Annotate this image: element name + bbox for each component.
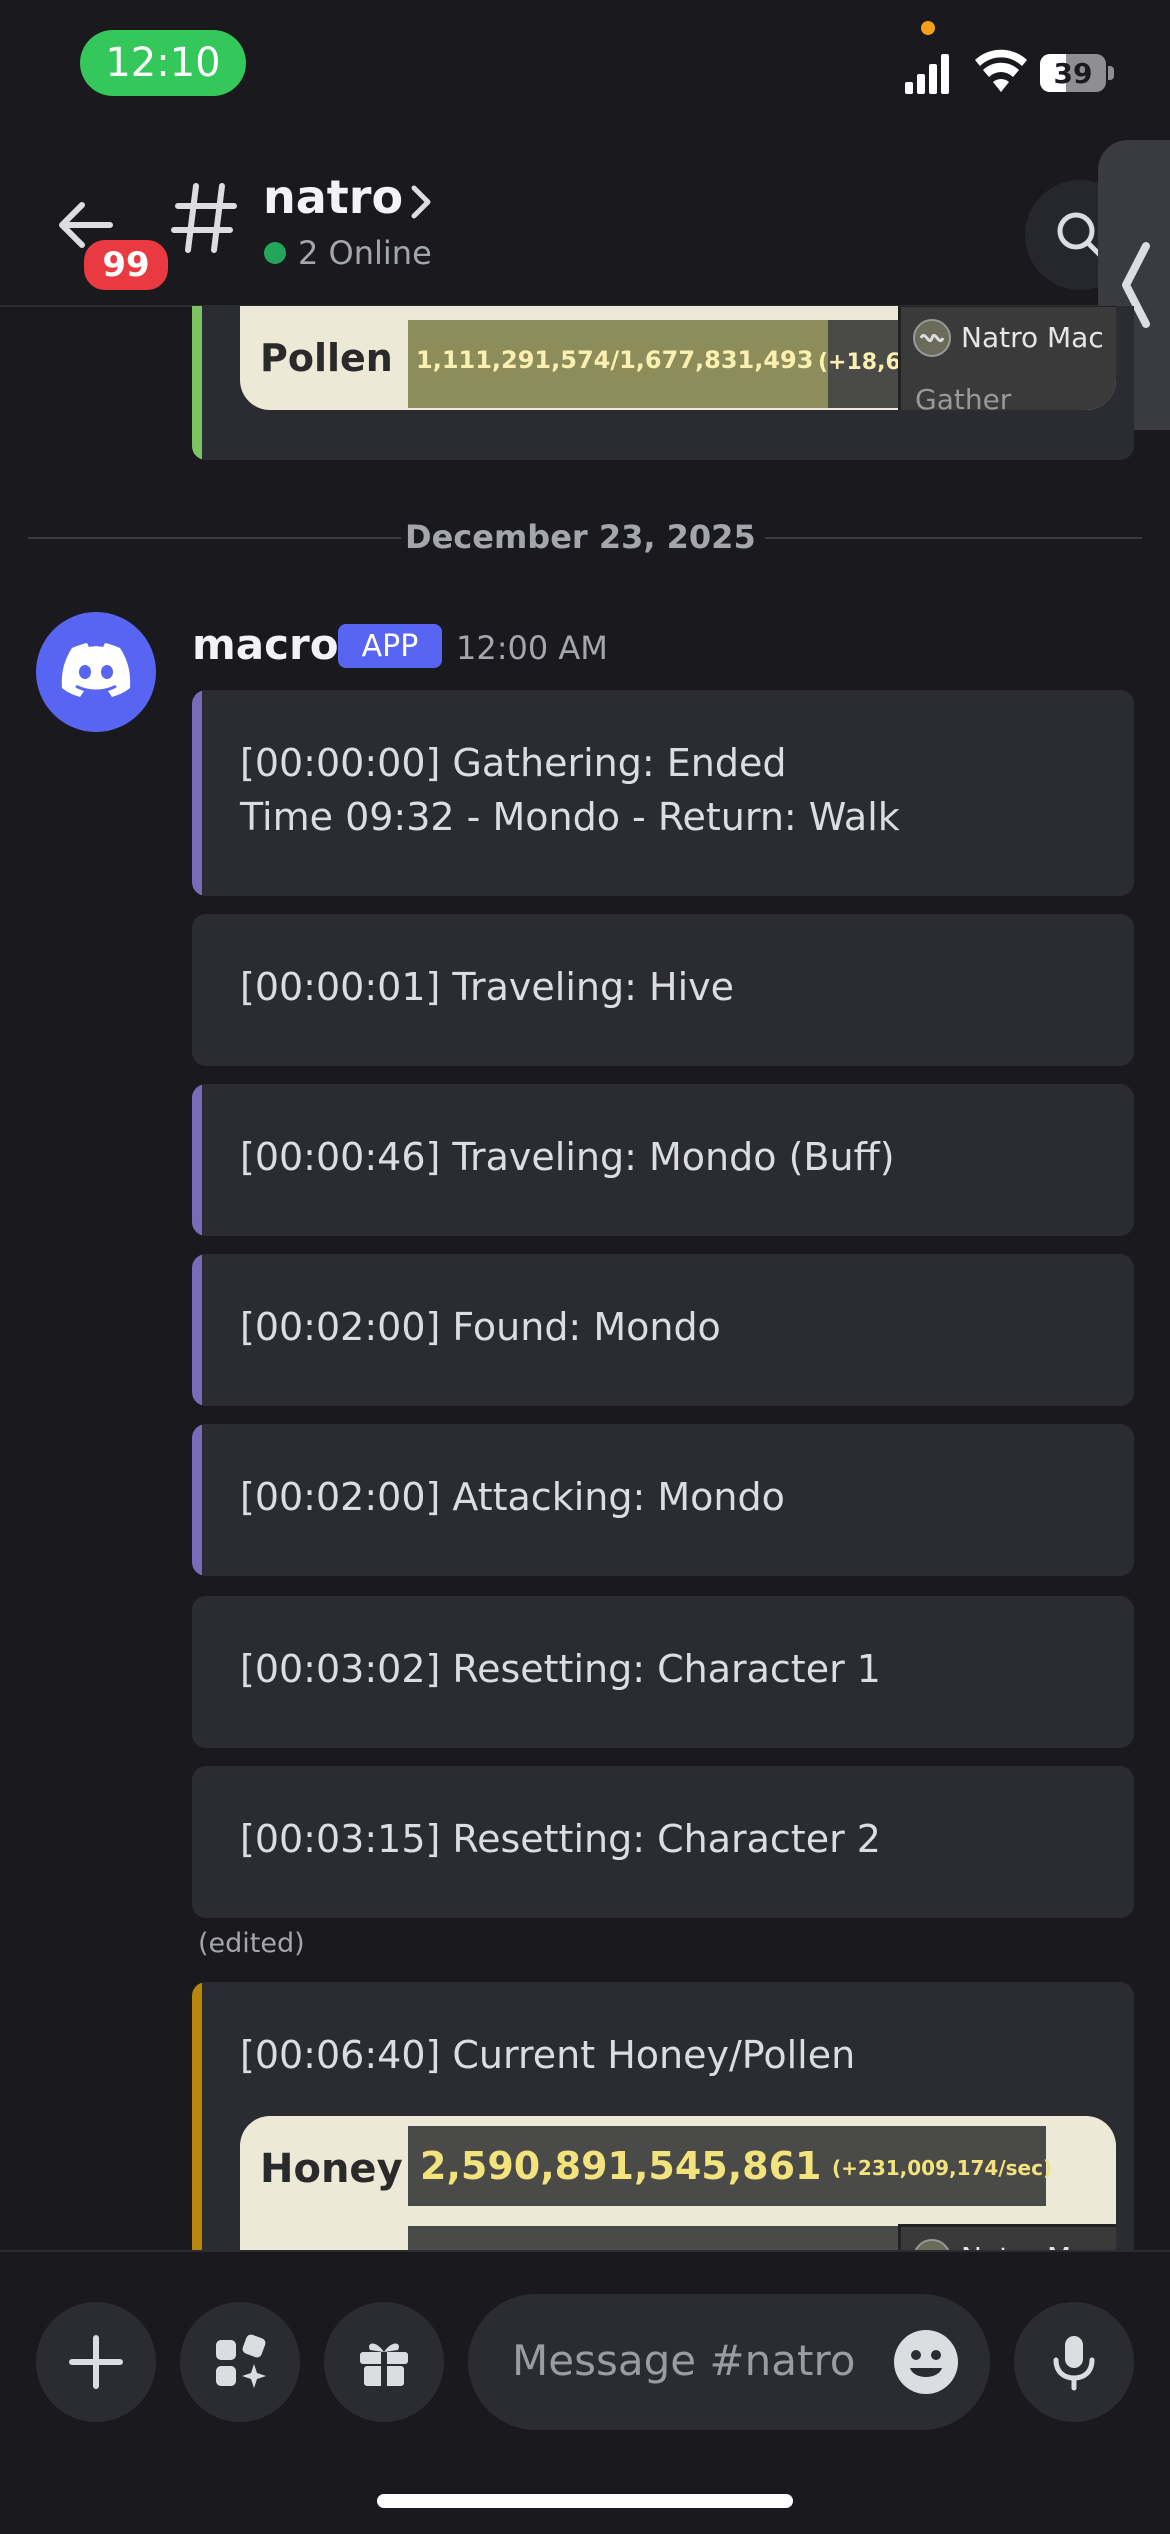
embed-traveling-hive: [00:00:01] Traveling: Hive xyxy=(192,914,1134,1066)
gift-icon xyxy=(360,2343,408,2388)
battery-percent: 39 xyxy=(1053,56,1093,90)
embed-text: [00:06:40] Current Honey/Pollen xyxy=(240,2033,856,2077)
emoji-icon[interactable] xyxy=(892,2328,960,2396)
chevron-right-icon[interactable] xyxy=(408,182,436,222)
embed-accent xyxy=(192,1254,202,1406)
natro-title: Natro Mac xyxy=(961,2241,1104,2250)
embed-resetting-1: [00:03:02] Resetting: Character 1 xyxy=(192,1596,1134,1748)
natro-panel: Natro Mac Gather xyxy=(898,306,1116,410)
embed-accent xyxy=(192,690,202,896)
status-bar: 12:10 39 xyxy=(0,0,1170,130)
embed-text: [00:00:00] Gathering: Ended xyxy=(240,741,787,785)
hash-channel-icon xyxy=(171,183,237,253)
gather-tab: Gather xyxy=(915,383,1012,410)
pollen-value: 1,111,291,574/1,677,831,493 xyxy=(416,346,814,374)
pollen-bar-partial xyxy=(408,2226,898,2250)
embed-accent xyxy=(192,1424,202,1576)
cellular-signal-icon xyxy=(905,52,951,94)
avatar[interactable] xyxy=(36,612,156,732)
online-indicator xyxy=(264,242,286,264)
date-divider-right xyxy=(765,537,1142,539)
wifi-icon xyxy=(975,49,1027,92)
embed-accent xyxy=(192,1084,202,1236)
voice-message-button[interactable] xyxy=(1014,2302,1134,2422)
microphone-icon xyxy=(1053,2336,1095,2391)
embed-text: [00:02:00] Attacking: Mondo xyxy=(240,1475,785,1519)
embed-text: [00:03:15] Resetting: Character 2 xyxy=(240,1817,881,1861)
embed-accent xyxy=(192,306,202,460)
message-timestamp: 12:00 AM xyxy=(456,629,608,667)
honey-label: Honey xyxy=(260,2146,403,2192)
embed-traveling-mondo: [00:00:46] Traveling: Mondo (Buff) xyxy=(192,1084,1134,1236)
natro-panel: Natro Mac xyxy=(898,2224,1116,2250)
discord-logo-icon xyxy=(61,643,131,697)
channel-title[interactable]: natro xyxy=(263,170,403,224)
apps-sparkle-icon xyxy=(216,2334,266,2388)
pollen-stat-image: Pollen 1,111,291,574/1,677,831,493 (+18,… xyxy=(240,306,1116,410)
embed-found-mondo: [00:02:00] Found: Mondo xyxy=(192,1254,1134,1406)
pollen-label: Pollen xyxy=(260,336,393,380)
natro-logo-icon xyxy=(914,2239,950,2250)
edited-label: (edited) xyxy=(198,1928,305,1959)
embed-text: [00:03:02] Resetting: Character 1 xyxy=(240,1647,881,1691)
channel-header: 99 natro 2 Online xyxy=(0,130,1170,307)
honey-stat-image[interactable]: Honey 2,590,891,545,861 (+231,009,174/se… xyxy=(240,2116,1116,2250)
message-composer-bar: Message #natro xyxy=(0,2250,1170,2534)
message-author[interactable]: macro xyxy=(192,620,339,669)
date-divider-left xyxy=(28,537,401,539)
apps-button[interactable] xyxy=(180,2302,300,2422)
battery-icon: 39 xyxy=(1040,54,1106,92)
embed-honey-pollen: [00:06:40] Current Honey/Pollen Honey 2,… xyxy=(192,1982,1134,2250)
status-time: 12:10 xyxy=(80,30,246,96)
gift-button[interactable] xyxy=(324,2302,444,2422)
message-list[interactable]: Pollen 1,111,291,574/1,677,831,493 (+18,… xyxy=(0,306,1170,2250)
plus-icon xyxy=(69,2335,123,2389)
honey-rate: (+231,009,174/sec) xyxy=(832,2156,1053,2180)
privacy-indicator-dot xyxy=(921,21,935,35)
embed-accent xyxy=(192,1982,202,2250)
honey-value: 2,590,891,545,861 xyxy=(420,2144,822,2188)
embed-text: Time 09:32 - Mondo - Return: Walk xyxy=(240,795,900,839)
app-tag: APP xyxy=(338,624,442,668)
add-attachment-button[interactable] xyxy=(36,2302,156,2422)
previous-embed: Pollen 1,111,291,574/1,677,831,493 (+18,… xyxy=(192,306,1134,460)
natro-logo-icon xyxy=(913,319,951,357)
date-divider-label: December 23, 2025 xyxy=(405,518,756,556)
embed-text: [00:02:00] Found: Mondo xyxy=(240,1305,721,1349)
battery-cap xyxy=(1108,66,1114,80)
home-indicator xyxy=(377,2494,793,2508)
embed-gathering-ended: [00:00:00] Gathering: Ended Time 09:32 -… xyxy=(192,690,1134,896)
embed-text: [00:00:01] Traveling: Hive xyxy=(240,965,734,1009)
message-input[interactable]: Message #natro xyxy=(468,2294,990,2430)
message-placeholder: Message #natro xyxy=(512,2336,856,2385)
embed-resetting-2: [00:03:15] Resetting: Character 2 xyxy=(192,1766,1134,1918)
embed-attacking-mondo: [00:02:00] Attacking: Mondo xyxy=(192,1424,1134,1576)
embed-text: [00:00:46] Traveling: Mondo (Buff) xyxy=(240,1135,895,1179)
online-count: 2 Online xyxy=(298,234,432,272)
pollen-rate: (+18,6 xyxy=(818,350,901,375)
unread-badge: 99 xyxy=(80,236,172,294)
natro-title: Natro Mac xyxy=(961,321,1104,354)
